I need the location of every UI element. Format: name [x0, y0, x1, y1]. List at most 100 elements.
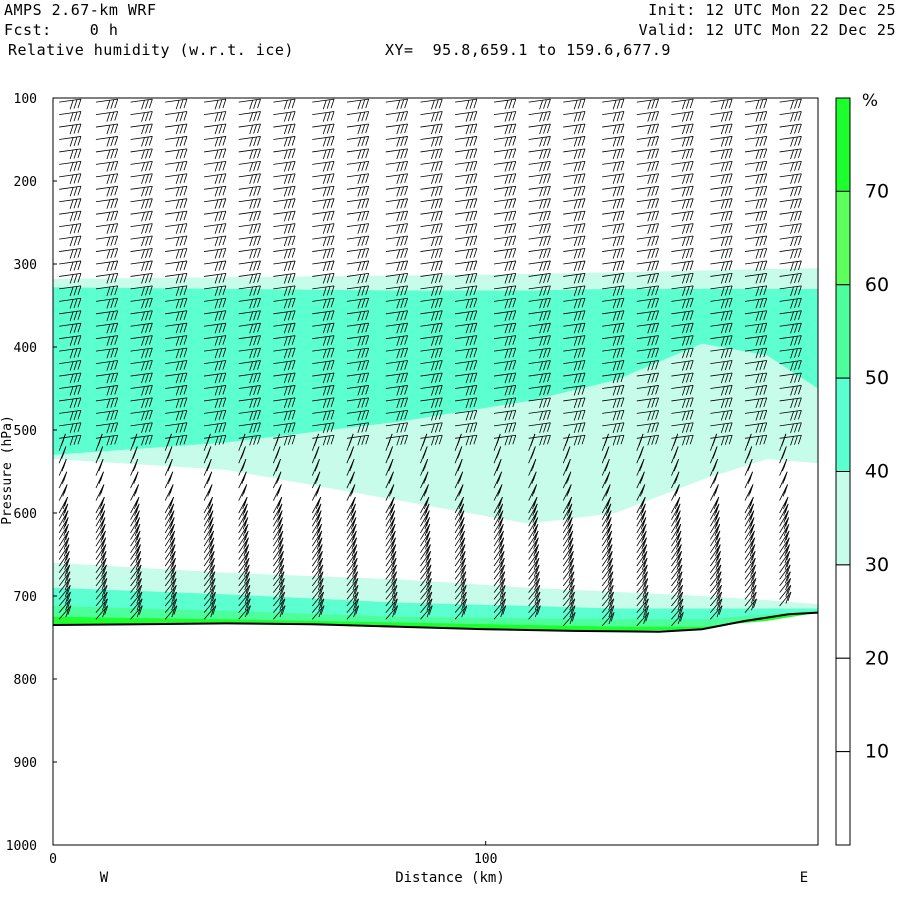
wind-barb	[779, 173, 802, 185]
wind-barb	[636, 523, 647, 540]
wind-barb	[528, 260, 551, 272]
wind-barb	[493, 123, 517, 135]
wind-barb	[528, 530, 539, 547]
wind-barb	[59, 123, 82, 135]
wind-barb	[563, 111, 586, 122]
wind-barb	[744, 248, 768, 259]
wind-barb	[204, 173, 227, 185]
wind-barb	[311, 510, 322, 527]
wind-barb	[164, 510, 175, 527]
wind-barb	[165, 260, 188, 272]
wind-barb	[385, 210, 409, 222]
wind-barb	[493, 223, 517, 234]
wind-barb	[385, 98, 409, 110]
wind-barb	[455, 185, 478, 197]
wind-barb	[346, 260, 370, 272]
wind-barb	[204, 260, 227, 272]
wind-barb	[671, 173, 694, 185]
wind-barb	[636, 123, 659, 135]
wind-barb	[58, 458, 67, 476]
wind-barb	[744, 123, 768, 135]
wind-barb	[710, 185, 733, 197]
wind-barb	[710, 160, 733, 172]
wind-barb	[273, 185, 296, 197]
wind-barb	[203, 523, 214, 540]
wind-barb	[204, 248, 227, 259]
wind-barb	[312, 260, 335, 272]
y-tick-label: 400	[14, 341, 37, 356]
wind-barb	[779, 223, 802, 234]
wind-barb	[602, 210, 625, 222]
wind-barb	[164, 517, 175, 534]
wind-barb	[238, 517, 249, 534]
wind-barb	[95, 260, 119, 272]
wind-barb	[455, 235, 478, 247]
wind-barb	[563, 235, 586, 247]
wind-barb	[385, 198, 409, 209]
wind-barb	[238, 136, 261, 147]
wind-barb	[710, 503, 720, 520]
wind-barb	[385, 111, 409, 122]
wind-barb	[420, 235, 443, 247]
wind-barb	[710, 235, 733, 247]
wind-barb	[273, 235, 296, 247]
wind-barb	[58, 503, 69, 520]
wind-barb	[59, 173, 82, 185]
wind-barb	[671, 260, 694, 272]
wind-barb	[493, 98, 517, 110]
wind-barb	[165, 123, 188, 135]
wind-barb	[164, 530, 176, 547]
wind-barb	[528, 148, 551, 160]
wind-barb	[455, 223, 478, 234]
colorbar-label: 20	[865, 647, 889, 669]
wind-barb	[385, 148, 409, 160]
wind-barb	[636, 503, 646, 520]
wind-barb	[130, 260, 153, 272]
colorbar-label: 60	[865, 274, 889, 296]
wind-barb	[272, 496, 283, 514]
chart-svg: 100 200 300 400 500 600 700 800 900 1000 0 100 W E Dis…	[0, 91, 889, 886]
wind-barb	[744, 235, 768, 247]
wind-barb	[528, 235, 551, 247]
wind-barb	[165, 173, 188, 185]
wind-barb	[563, 148, 586, 160]
wind-barb	[346, 530, 357, 547]
wind-barb	[744, 160, 768, 172]
wind-barb	[312, 223, 335, 234]
wind-barb	[744, 517, 755, 534]
y-tick-label: 600	[14, 507, 37, 522]
wind-barb	[238, 530, 249, 547]
wind-barb	[420, 136, 443, 147]
wind-barb	[563, 160, 586, 172]
wind-barb	[602, 148, 625, 160]
wind-barb	[272, 503, 283, 520]
wind-barb	[273, 160, 296, 172]
wind-barb	[779, 210, 802, 222]
wind-barb	[165, 111, 188, 122]
wind-barb	[312, 210, 335, 222]
wind-barb	[346, 510, 357, 527]
wind-barb	[710, 523, 721, 540]
wind-barb	[601, 517, 612, 534]
west-label: W	[100, 870, 109, 886]
wind-barb	[710, 123, 733, 135]
wind-barb	[455, 198, 478, 209]
wind-barb	[165, 210, 188, 222]
wind-barb	[311, 530, 323, 547]
wind-barb	[420, 160, 443, 172]
wind-barb	[454, 523, 465, 540]
wind-barb	[130, 185, 153, 197]
wind-barb	[454, 510, 465, 527]
wind-barb	[238, 173, 261, 185]
wind-barb	[273, 173, 296, 185]
wind-barb	[671, 530, 682, 547]
y-tick-label: 500	[14, 424, 37, 439]
wind-barb	[779, 160, 802, 172]
wind-barb	[528, 210, 551, 222]
wind-barb	[602, 260, 625, 272]
wind-barb	[563, 223, 586, 234]
wind-barb	[165, 198, 188, 209]
colorbar-label: 70	[865, 180, 889, 202]
wind-barb	[420, 123, 443, 135]
wind-barb	[779, 123, 802, 135]
